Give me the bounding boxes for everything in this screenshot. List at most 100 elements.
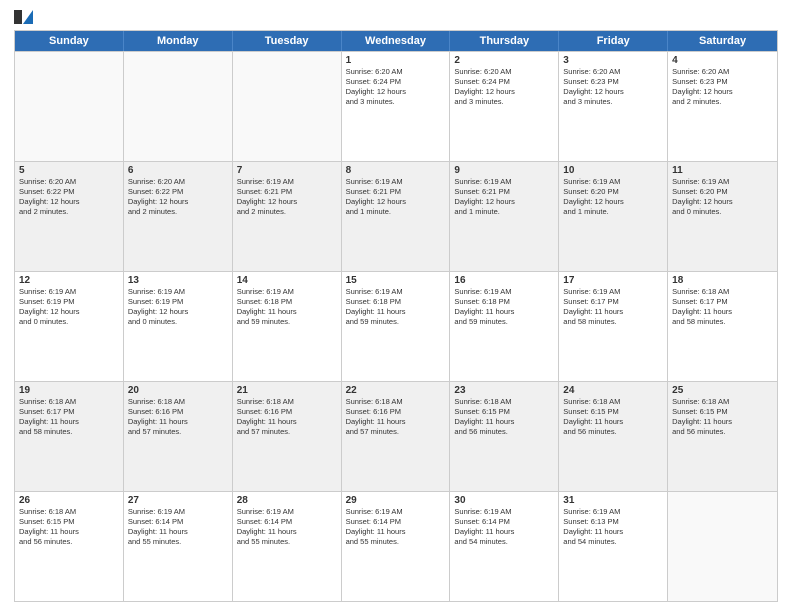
day-number: 13 <box>128 275 228 286</box>
header <box>14 10 778 24</box>
cal-row-0: 1Sunrise: 6:20 AM Sunset: 6:24 PM Daylig… <box>15 51 777 161</box>
day-number: 12 <box>19 275 119 286</box>
cal-cell <box>668 492 777 601</box>
cal-cell: 23Sunrise: 6:18 AM Sunset: 6:15 PM Dayli… <box>450 382 559 491</box>
cal-row-4: 26Sunrise: 6:18 AM Sunset: 6:15 PM Dayli… <box>15 491 777 601</box>
day-info: Sunrise: 6:20 AM Sunset: 6:22 PM Dayligh… <box>19 177 119 218</box>
day-info: Sunrise: 6:18 AM Sunset: 6:16 PM Dayligh… <box>346 397 446 438</box>
cal-cell: 7Sunrise: 6:19 AM Sunset: 6:21 PM Daylig… <box>233 162 342 271</box>
day-number: 30 <box>454 495 554 506</box>
day-info: Sunrise: 6:19 AM Sunset: 6:20 PM Dayligh… <box>563 177 663 218</box>
cal-cell: 24Sunrise: 6:18 AM Sunset: 6:15 PM Dayli… <box>559 382 668 491</box>
cal-cell: 19Sunrise: 6:18 AM Sunset: 6:17 PM Dayli… <box>15 382 124 491</box>
cal-header-tuesday: Tuesday <box>233 31 342 51</box>
cal-cell: 20Sunrise: 6:18 AM Sunset: 6:16 PM Dayli… <box>124 382 233 491</box>
day-info: Sunrise: 6:19 AM Sunset: 6:14 PM Dayligh… <box>454 507 554 548</box>
cal-cell: 31Sunrise: 6:19 AM Sunset: 6:13 PM Dayli… <box>559 492 668 601</box>
day-number: 1 <box>346 55 446 66</box>
cal-cell: 10Sunrise: 6:19 AM Sunset: 6:20 PM Dayli… <box>559 162 668 271</box>
day-number: 11 <box>672 165 773 176</box>
cal-header-thursday: Thursday <box>450 31 559 51</box>
day-number: 4 <box>672 55 773 66</box>
cal-cell <box>124 52 233 161</box>
calendar-body: 1Sunrise: 6:20 AM Sunset: 6:24 PM Daylig… <box>15 51 777 601</box>
day-number: 27 <box>128 495 228 506</box>
day-info: Sunrise: 6:18 AM Sunset: 6:15 PM Dayligh… <box>454 397 554 438</box>
cal-cell: 1Sunrise: 6:20 AM Sunset: 6:24 PM Daylig… <box>342 52 451 161</box>
cal-row-1: 5Sunrise: 6:20 AM Sunset: 6:22 PM Daylig… <box>15 161 777 271</box>
day-number: 3 <box>563 55 663 66</box>
calendar-header: SundayMondayTuesdayWednesdayThursdayFrid… <box>15 31 777 51</box>
day-number: 8 <box>346 165 446 176</box>
cal-header-friday: Friday <box>559 31 668 51</box>
day-info: Sunrise: 6:19 AM Sunset: 6:14 PM Dayligh… <box>346 507 446 548</box>
cal-cell: 29Sunrise: 6:19 AM Sunset: 6:14 PM Dayli… <box>342 492 451 601</box>
cal-cell: 6Sunrise: 6:20 AM Sunset: 6:22 PM Daylig… <box>124 162 233 271</box>
day-number: 28 <box>237 495 337 506</box>
day-info: Sunrise: 6:19 AM Sunset: 6:21 PM Dayligh… <box>454 177 554 218</box>
cal-cell: 16Sunrise: 6:19 AM Sunset: 6:18 PM Dayli… <box>450 272 559 381</box>
day-info: Sunrise: 6:19 AM Sunset: 6:18 PM Dayligh… <box>454 287 554 328</box>
day-number: 24 <box>563 385 663 396</box>
day-info: Sunrise: 6:20 AM Sunset: 6:22 PM Dayligh… <box>128 177 228 218</box>
cal-cell: 13Sunrise: 6:19 AM Sunset: 6:19 PM Dayli… <box>124 272 233 381</box>
cal-cell: 30Sunrise: 6:19 AM Sunset: 6:14 PM Dayli… <box>450 492 559 601</box>
day-number: 29 <box>346 495 446 506</box>
calendar: SundayMondayTuesdayWednesdayThursdayFrid… <box>14 30 778 602</box>
day-info: Sunrise: 6:18 AM Sunset: 6:17 PM Dayligh… <box>19 397 119 438</box>
day-number: 10 <box>563 165 663 176</box>
day-number: 26 <box>19 495 119 506</box>
cal-cell: 28Sunrise: 6:19 AM Sunset: 6:14 PM Dayli… <box>233 492 342 601</box>
day-info: Sunrise: 6:19 AM Sunset: 6:20 PM Dayligh… <box>672 177 773 218</box>
cal-cell: 15Sunrise: 6:19 AM Sunset: 6:18 PM Dayli… <box>342 272 451 381</box>
cal-header-sunday: Sunday <box>15 31 124 51</box>
day-number: 2 <box>454 55 554 66</box>
day-info: Sunrise: 6:18 AM Sunset: 6:16 PM Dayligh… <box>128 397 228 438</box>
day-number: 5 <box>19 165 119 176</box>
day-info: Sunrise: 6:19 AM Sunset: 6:21 PM Dayligh… <box>237 177 337 218</box>
cal-cell: 21Sunrise: 6:18 AM Sunset: 6:16 PM Dayli… <box>233 382 342 491</box>
day-info: Sunrise: 6:19 AM Sunset: 6:14 PM Dayligh… <box>128 507 228 548</box>
day-info: Sunrise: 6:19 AM Sunset: 6:14 PM Dayligh… <box>237 507 337 548</box>
cal-cell: 8Sunrise: 6:19 AM Sunset: 6:21 PM Daylig… <box>342 162 451 271</box>
cal-row-2: 12Sunrise: 6:19 AM Sunset: 6:19 PM Dayli… <box>15 271 777 381</box>
cal-cell: 22Sunrise: 6:18 AM Sunset: 6:16 PM Dayli… <box>342 382 451 491</box>
day-number: 9 <box>454 165 554 176</box>
cal-cell: 5Sunrise: 6:20 AM Sunset: 6:22 PM Daylig… <box>15 162 124 271</box>
cal-cell: 12Sunrise: 6:19 AM Sunset: 6:19 PM Dayli… <box>15 272 124 381</box>
day-info: Sunrise: 6:20 AM Sunset: 6:24 PM Dayligh… <box>454 67 554 108</box>
cal-cell: 2Sunrise: 6:20 AM Sunset: 6:24 PM Daylig… <box>450 52 559 161</box>
cal-cell: 9Sunrise: 6:19 AM Sunset: 6:21 PM Daylig… <box>450 162 559 271</box>
day-info: Sunrise: 6:19 AM Sunset: 6:17 PM Dayligh… <box>563 287 663 328</box>
cal-header-saturday: Saturday <box>668 31 777 51</box>
cal-cell: 11Sunrise: 6:19 AM Sunset: 6:20 PM Dayli… <box>668 162 777 271</box>
day-number: 31 <box>563 495 663 506</box>
day-number: 25 <box>672 385 773 396</box>
cal-cell: 17Sunrise: 6:19 AM Sunset: 6:17 PM Dayli… <box>559 272 668 381</box>
cal-cell: 26Sunrise: 6:18 AM Sunset: 6:15 PM Dayli… <box>15 492 124 601</box>
day-info: Sunrise: 6:18 AM Sunset: 6:15 PM Dayligh… <box>672 397 773 438</box>
day-number: 6 <box>128 165 228 176</box>
day-number: 14 <box>237 275 337 286</box>
day-info: Sunrise: 6:18 AM Sunset: 6:16 PM Dayligh… <box>237 397 337 438</box>
cal-cell: 27Sunrise: 6:19 AM Sunset: 6:14 PM Dayli… <box>124 492 233 601</box>
day-info: Sunrise: 6:20 AM Sunset: 6:23 PM Dayligh… <box>563 67 663 108</box>
day-info: Sunrise: 6:19 AM Sunset: 6:18 PM Dayligh… <box>237 287 337 328</box>
day-number: 15 <box>346 275 446 286</box>
day-info: Sunrise: 6:18 AM Sunset: 6:17 PM Dayligh… <box>672 287 773 328</box>
day-info: Sunrise: 6:20 AM Sunset: 6:24 PM Dayligh… <box>346 67 446 108</box>
cal-header-monday: Monday <box>124 31 233 51</box>
cal-cell <box>233 52 342 161</box>
logo <box>14 10 37 24</box>
logo-icon <box>14 10 33 24</box>
day-number: 19 <box>19 385 119 396</box>
day-info: Sunrise: 6:19 AM Sunset: 6:19 PM Dayligh… <box>19 287 119 328</box>
cal-cell: 3Sunrise: 6:20 AM Sunset: 6:23 PM Daylig… <box>559 52 668 161</box>
cal-cell <box>15 52 124 161</box>
day-info: Sunrise: 6:20 AM Sunset: 6:23 PM Dayligh… <box>672 67 773 108</box>
day-number: 7 <box>237 165 337 176</box>
day-number: 16 <box>454 275 554 286</box>
page: SundayMondayTuesdayWednesdayThursdayFrid… <box>0 0 792 612</box>
day-number: 20 <box>128 385 228 396</box>
cal-cell: 25Sunrise: 6:18 AM Sunset: 6:15 PM Dayli… <box>668 382 777 491</box>
